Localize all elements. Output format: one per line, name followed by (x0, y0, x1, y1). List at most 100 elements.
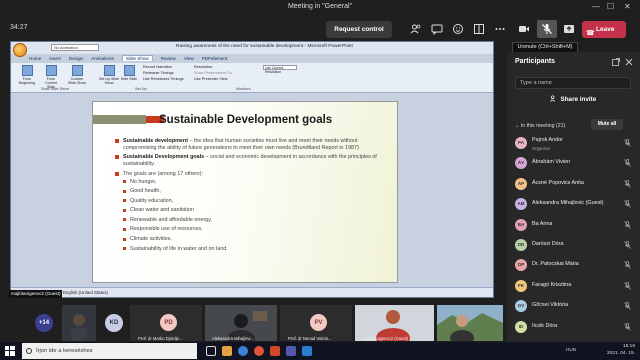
show-on-label: Show Presentation On: (194, 71, 234, 75)
goal-text: Climate activities, (130, 236, 172, 243)
ppt-tab[interactable]: Design (69, 56, 83, 61)
participant-row[interactable]: GV Gőcsei Viktória (515, 298, 633, 317)
share-tray-icon[interactable] (563, 23, 575, 35)
pop-out-icon[interactable] (612, 58, 620, 66)
keyboard-language[interactable]: HUN (566, 347, 576, 352)
share-invite-label: Share invite (560, 96, 597, 103)
teams-icon[interactable] (286, 346, 296, 356)
participant-name: Faragó Krisztina (532, 281, 572, 288)
ppt-tab[interactable]: Slide Show (121, 55, 153, 61)
panel-title: Participants (515, 58, 556, 65)
bullet-icon (123, 227, 126, 231)
participant-avatar: PV (310, 314, 327, 331)
powerpoint-icon[interactable] (270, 346, 280, 356)
goal-item: Sustainability of life in water and on l… (115, 246, 391, 256)
ppt-tab[interactable]: Home (29, 56, 41, 61)
ppt-tab[interactable]: View (184, 56, 194, 61)
participant-avatar[interactable]: KD (105, 314, 123, 332)
mute-all-button[interactable]: Mute all (591, 119, 623, 130)
share-invite-button[interactable]: Share invite (515, 93, 631, 106)
minimize-button[interactable]: — (592, 2, 600, 11)
office-button-icon[interactable] (13, 43, 27, 57)
ppt-tab[interactable]: Insert (49, 56, 61, 61)
taskbar-search-placeholder: Írjon ide a kereséshez (36, 348, 93, 354)
file-explorer-icon[interactable] (222, 346, 232, 356)
goal-item: Responsible use of resources, (115, 226, 391, 236)
participants-panel: Participants Type a name Share invite ⌄ … (507, 52, 640, 342)
more-options-icon[interactable] (494, 23, 506, 35)
bullet-icon (123, 247, 126, 251)
participant-row[interactable]: FK Faragó Krisztina (515, 278, 633, 297)
taskbar-clock[interactable]: 16:19 2021. 04. 15. (607, 344, 635, 357)
person-thumbnail (71, 314, 87, 341)
resolution-select[interactable]: Use Current Resolution (263, 65, 297, 74)
avatar: ÁP (515, 177, 527, 190)
mic-muted-icon (624, 322, 631, 331)
participant-row[interactable]: ID Ilcsik Dóra (515, 319, 633, 338)
close-window-button[interactable]: ✕ (624, 2, 631, 11)
video-tile[interactable] (62, 305, 96, 341)
presenter-view-checkbox[interactable]: Use Presenter View (194, 77, 227, 81)
maximize-button[interactable]: ☐ (607, 2, 614, 11)
video-tile[interactable] (437, 305, 503, 346)
bullet-icon (115, 139, 119, 143)
avatar: DP (515, 259, 527, 272)
bullet-icon (123, 189, 126, 193)
participant-row[interactable]: DD Darószi Dóra (515, 237, 633, 256)
from-beginning-button[interactable]: From Beginning (17, 65, 37, 85)
slide-accent-bar (93, 115, 146, 124)
slide-title: Sustainable Development goals (159, 114, 333, 126)
participants-icon[interactable] (410, 23, 422, 35)
bullet-icon (115, 155, 119, 160)
taskbar-search-input[interactable]: Írjon ide a kereséshez (22, 343, 197, 359)
reactions-icon[interactable] (452, 23, 464, 35)
bullet-icon (123, 199, 126, 203)
set-up-show-button[interactable]: Set Up Slide Show (99, 65, 119, 85)
ppt-title-bar: No Animation Raising awareness of the ne… (11, 42, 493, 54)
task-view-icon[interactable] (206, 346, 216, 356)
phone-hangup-icon: ☎ (586, 30, 595, 37)
camera-icon[interactable] (518, 23, 530, 35)
word-icon[interactable] (302, 346, 312, 356)
close-panel-icon[interactable] (625, 58, 633, 66)
participant-row[interactable]: BA Ba Anna (515, 217, 633, 236)
participant-avatar: PD (160, 314, 177, 331)
leave-button[interactable]: ☎ Leave (582, 21, 626, 38)
ppt-tab[interactable]: Animations (91, 56, 114, 61)
record-narration-button[interactable]: Record Narration (143, 65, 172, 69)
edge-icon[interactable] (238, 346, 248, 356)
more-participants-badge[interactable]: +14 (35, 314, 53, 332)
bullet-icon (123, 218, 126, 222)
in-meeting-header[interactable]: ⌄ In this meeting (21) (515, 123, 565, 129)
goal-item: Good health, (115, 188, 391, 198)
participant-row[interactable]: ÁP Ácsné Popovics Anita (515, 176, 633, 195)
request-control-button[interactable]: Request control (326, 21, 392, 38)
meeting-toolbar: 34:27 Request control ☎ Leave (0, 16, 640, 42)
hide-slide-button[interactable]: Hide Slide (119, 65, 139, 81)
participant-row[interactable]: DP Dr. Patocskai Mária (515, 257, 633, 276)
use-timings-checkbox[interactable]: Use Rehearsed Timings (143, 77, 184, 81)
chat-icon[interactable] (431, 23, 443, 35)
slide-paragraph: The goals are (among 17 others): (115, 171, 391, 178)
chrome-icon[interactable] (254, 346, 264, 356)
participant-row[interactable]: PA Pajrok Andor Organizer (515, 135, 633, 154)
goal-text: Sustainability of life in water and on l… (130, 245, 228, 252)
quick-access-dropdown[interactable]: No Animation (51, 44, 99, 51)
goal-item: Clean water and sanitation (115, 207, 391, 217)
ppt-tab[interactable]: PDFelement (202, 56, 228, 61)
participant-row[interactable]: ÁV Ábrahám Vivien (515, 155, 633, 174)
participant-row[interactable]: AM Aleksandra Mihajlovic (Guest) (515, 196, 633, 215)
ppt-tab[interactable]: Review (161, 56, 176, 61)
from-current-button[interactable]: From Current Slide (41, 65, 61, 89)
avatar: AM (515, 198, 527, 211)
ppt-status-bar: English (United States) (11, 287, 493, 297)
avatar: GV (515, 300, 527, 313)
slide: Sustainable Development goals Sustainabl… (92, 101, 398, 283)
rehearse-timings-button[interactable]: Rehearse Timings (143, 71, 174, 75)
rooms-icon[interactable] (473, 23, 485, 35)
custom-show-button[interactable]: Custom Slide Show (67, 65, 87, 85)
mic-muted-icon[interactable] (537, 20, 557, 38)
participant-name: Ácsné Popovics Anita (532, 179, 584, 186)
search-participant-input[interactable]: Type a name (515, 77, 631, 89)
windows-start-icon[interactable] (5, 346, 15, 356)
